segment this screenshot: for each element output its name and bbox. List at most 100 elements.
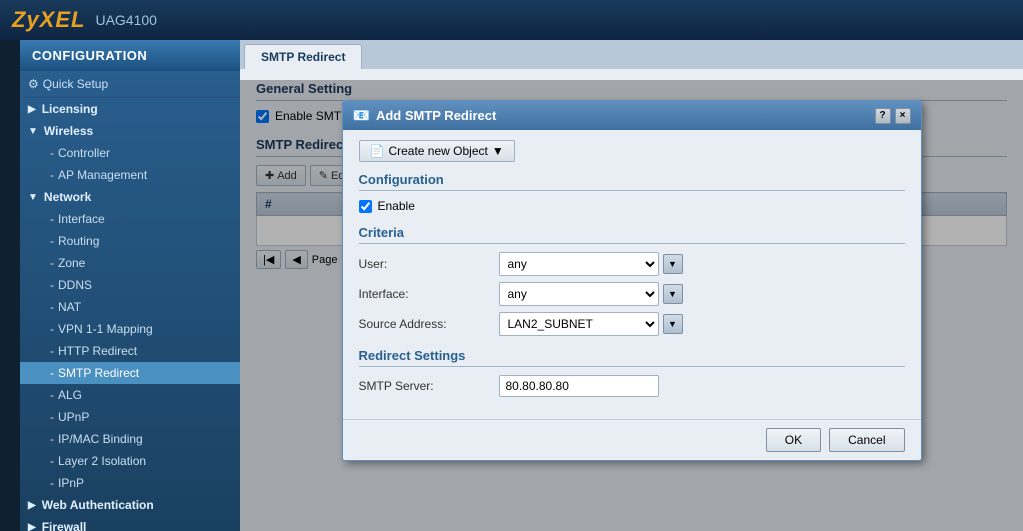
sidebar-item-nat[interactable]: - NAT	[20, 296, 240, 318]
add-smtp-redirect-modal: 📧 Add SMTP Redirect ? × 📄 Create new Obj…	[342, 100, 922, 461]
expand-icon: ▼	[28, 126, 38, 137]
sidebar-item-layer2-isolation[interactable]: - Layer 2 Isolation	[20, 450, 240, 472]
sidebar-item-network[interactable]: ▼ Network	[20, 186, 240, 208]
quick-setup-icon: ⚙	[28, 77, 39, 91]
interface-label: Interface:	[359, 287, 499, 301]
sidebar-item-label: Routing	[58, 234, 99, 248]
dash-icon: -	[50, 410, 54, 424]
sidebar-item-ap-management[interactable]: - AP Management	[20, 164, 240, 186]
dash-icon: -	[50, 454, 54, 468]
expand-icon: ▶	[28, 500, 36, 511]
modal-enable-label: Enable	[378, 199, 415, 213]
sidebar-item-zone[interactable]: - Zone	[20, 252, 240, 274]
expand-icon: ▼	[28, 192, 38, 203]
dash-icon: -	[50, 322, 54, 336]
criteria-section: Criteria User: any ▼ Interface:	[359, 225, 905, 336]
dropdown-arrow-icon: ▼	[492, 144, 504, 158]
modal-footer: OK Cancel	[343, 419, 921, 460]
user-label: User:	[359, 257, 499, 271]
sidebar-item-licensing[interactable]: ▶ Licensing	[20, 98, 240, 120]
configuration-section-title: Configuration	[359, 172, 905, 191]
left-icon-strip	[0, 40, 20, 531]
logo-brand: ZyXEL	[12, 7, 85, 32]
user-dropdown-arrow[interactable]: ▼	[663, 254, 683, 274]
interface-select[interactable]: any	[499, 282, 659, 306]
interface-row: Interface: any ▼	[359, 282, 905, 306]
sidebar-item-http-redirect[interactable]: - HTTP Redirect	[20, 340, 240, 362]
sidebar-item-label: Licensing	[42, 102, 98, 116]
interface-dropdown-arrow[interactable]: ▼	[663, 284, 683, 304]
user-row: User: any ▼	[359, 252, 905, 276]
sidebar-item-label: UPnP	[58, 410, 89, 424]
modal-help-button[interactable]: ?	[875, 108, 891, 124]
sidebar-item-routing[interactable]: - Routing	[20, 230, 240, 252]
sidebar-item-interface[interactable]: - Interface	[20, 208, 240, 230]
source-address-control: LAN2_SUBNET ▼	[499, 312, 683, 336]
sidebar-item-wireless[interactable]: ▼ Wireless	[20, 120, 240, 142]
sidebar-item-smtp-redirect[interactable]: - SMTP Redirect	[20, 362, 240, 384]
modal-enable-row: Enable	[359, 199, 905, 213]
modal-icon: 📧	[353, 107, 370, 124]
smtp-server-control	[499, 375, 659, 397]
source-address-row: Source Address: LAN2_SUBNET ▼	[359, 312, 905, 336]
source-address-dropdown-arrow[interactable]: ▼	[663, 314, 683, 334]
modal-title-text: Add SMTP Redirect	[376, 108, 496, 123]
sidebar-item-label: AP Management	[58, 168, 147, 182]
modal-overlay: 📧 Add SMTP Redirect ? × 📄 Create new Obj…	[240, 80, 1023, 531]
dash-icon: -	[50, 366, 54, 380]
sidebar-item-label: DDNS	[58, 278, 92, 292]
criteria-section-title: Criteria	[359, 225, 905, 244]
sidebar-item-label: Controller	[58, 146, 110, 160]
expand-icon: ▶	[28, 522, 36, 531]
modal-title: 📧 Add SMTP Redirect	[353, 107, 497, 124]
quick-setup-item[interactable]: ⚙ Quick Setup	[20, 71, 240, 98]
tab-bar: SMTP Redirect	[240, 40, 1023, 69]
sidebar: CONFIGURATION ⚙ Quick Setup ▶ Licensing …	[20, 40, 240, 531]
sidebar-item-upnp[interactable]: - UPnP	[20, 406, 240, 428]
sidebar-item-label: NAT	[58, 300, 81, 314]
content-wrapper: SMTP Redirect General Setting Enable SMT…	[240, 40, 1023, 531]
create-object-button[interactable]: 📄 Create new Object ▼	[359, 140, 515, 162]
smtp-server-label: SMTP Server:	[359, 379, 499, 393]
sidebar-item-label: IPnP	[58, 476, 84, 490]
source-address-select[interactable]: LAN2_SUBNET	[499, 312, 659, 336]
sidebar-item-ipmac-binding[interactable]: - IP/MAC Binding	[20, 428, 240, 450]
dash-icon: -	[50, 146, 54, 160]
dash-icon: -	[50, 476, 54, 490]
dash-icon: -	[50, 388, 54, 402]
dash-icon: -	[50, 432, 54, 446]
sidebar-item-label: Layer 2 Isolation	[58, 454, 146, 468]
modal-body: 📄 Create new Object ▼ Configuration Enab…	[343, 130, 921, 419]
sidebar-item-label: ALG	[58, 388, 82, 402]
sidebar-item-controller[interactable]: - Controller	[20, 142, 240, 164]
smtp-server-input[interactable]	[499, 375, 659, 397]
user-select[interactable]: any	[499, 252, 659, 276]
smtp-server-row: SMTP Server:	[359, 375, 905, 397]
sidebar-item-ipnp[interactable]: - IPnP	[20, 472, 240, 494]
modal-enable-checkbox[interactable]	[359, 200, 372, 213]
cancel-button[interactable]: Cancel	[829, 428, 904, 452]
quick-setup-label: Quick Setup	[43, 77, 108, 91]
tab-smtp-redirect[interactable]: SMTP Redirect	[244, 44, 362, 69]
sidebar-item-vpn-mapping[interactable]: - VPN 1-1 Mapping	[20, 318, 240, 340]
ok-button[interactable]: OK	[766, 428, 821, 452]
interface-control: any ▼	[499, 282, 683, 306]
sidebar-item-label: SMTP Redirect	[58, 366, 139, 380]
modal-close-button[interactable]: ×	[895, 108, 911, 124]
sidebar-item-firewall[interactable]: ▶ Firewall	[20, 516, 240, 531]
logo: ZyXEL	[12, 7, 85, 33]
sidebar-item-label: VPN 1-1 Mapping	[58, 322, 153, 336]
redirect-settings-title: Redirect Settings	[359, 348, 905, 367]
sidebar-item-label: HTTP Redirect	[58, 344, 137, 358]
sidebar-item-ddns[interactable]: - DDNS	[20, 274, 240, 296]
dash-icon: -	[50, 278, 54, 292]
sidebar-item-web-auth[interactable]: ▶ Web Authentication	[20, 494, 240, 516]
sidebar-item-label: Wireless	[44, 124, 93, 138]
sidebar-section-header: CONFIGURATION	[20, 40, 240, 71]
sidebar-item-label: Zone	[58, 256, 85, 270]
expand-icon: ▶	[28, 104, 36, 115]
modal-controls: ? ×	[875, 108, 911, 124]
sidebar-item-alg[interactable]: - ALG	[20, 384, 240, 406]
redirect-settings-section: Redirect Settings SMTP Server:	[359, 348, 905, 397]
user-control: any ▼	[499, 252, 683, 276]
